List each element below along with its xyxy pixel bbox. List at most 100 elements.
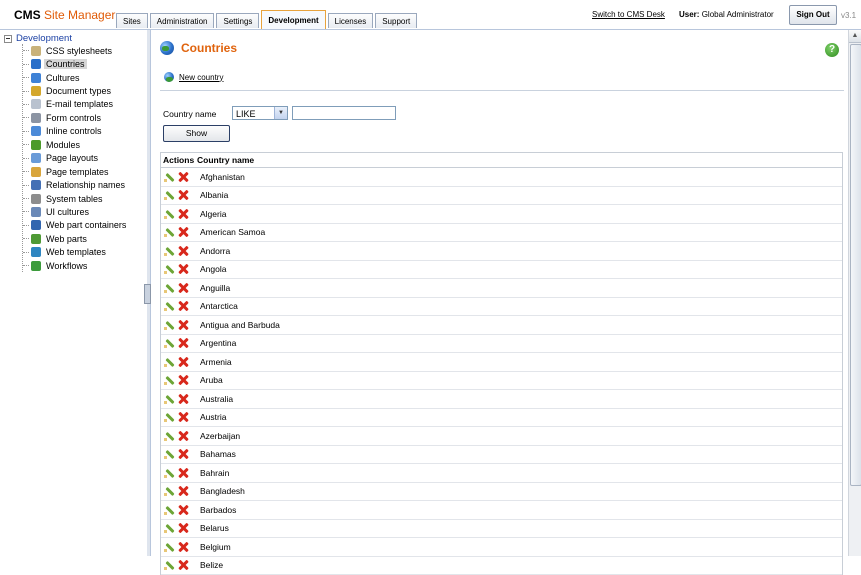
edit-pencil-icon[interactable] xyxy=(164,338,174,348)
edit-pencil-icon[interactable] xyxy=(164,301,174,311)
switch-to-cms-desk-link[interactable]: Switch to CMS Desk xyxy=(592,10,665,19)
delete-x-icon[interactable] xyxy=(178,431,188,441)
delete-x-icon[interactable] xyxy=(178,338,188,348)
delete-x-icon[interactable] xyxy=(178,468,188,478)
tab-support[interactable]: Support xyxy=(375,13,417,28)
sidebar-item-modules[interactable]: Modules xyxy=(23,138,128,151)
sidebar-item-cultures[interactable]: Cultures xyxy=(23,71,128,84)
delete-x-icon[interactable] xyxy=(178,357,188,367)
table-row: Afghanistan xyxy=(161,168,842,187)
tab-settings[interactable]: Settings xyxy=(216,13,259,28)
delete-x-icon[interactable] xyxy=(178,375,188,385)
scroll-up-icon[interactable]: ▲ xyxy=(849,30,861,43)
delete-x-icon[interactable] xyxy=(178,505,188,515)
delete-x-icon[interactable] xyxy=(178,542,188,552)
country-name-input[interactable] xyxy=(292,106,396,120)
edit-pencil-icon[interactable] xyxy=(164,431,174,441)
tree-root: Development xyxy=(4,33,72,44)
sidebar-item-inline-controls[interactable]: Inline controls xyxy=(23,125,128,138)
edit-pencil-icon[interactable] xyxy=(164,320,174,330)
new-country-label[interactable]: New country xyxy=(179,73,223,82)
chevron-down-icon[interactable]: ▼ xyxy=(274,107,287,119)
delete-x-icon[interactable] xyxy=(178,283,188,293)
delete-x-icon[interactable] xyxy=(178,523,188,533)
edit-pencil-icon[interactable] xyxy=(164,542,174,552)
sidebar-item-document-types[interactable]: Document types xyxy=(23,84,128,97)
delete-x-icon[interactable] xyxy=(178,246,188,256)
sidebar-item-system-tables[interactable]: System tables xyxy=(23,192,128,205)
edit-pencil-icon[interactable] xyxy=(164,264,174,274)
scrollbar-thumb[interactable] xyxy=(850,44,861,486)
delete-x-icon[interactable] xyxy=(178,301,188,311)
sidebar-item-label: UI cultures xyxy=(44,207,91,217)
edit-pencil-icon[interactable] xyxy=(164,523,174,533)
edit-pencil-icon[interactable] xyxy=(164,357,174,367)
sidebar-item-web-parts[interactable]: Web parts xyxy=(23,232,128,245)
splitter-collapse-handle[interactable] xyxy=(144,284,151,304)
sidebar-item-e-mail-templates[interactable]: E-mail templates xyxy=(23,98,128,111)
tab-licenses[interactable]: Licenses xyxy=(328,13,374,28)
sidebar-item-ui-cultures[interactable]: UI cultures xyxy=(23,205,128,218)
delete-x-icon[interactable] xyxy=(178,449,188,459)
country-name-cell: Barbados xyxy=(200,505,236,515)
sidebar-item-web-part-containers[interactable]: Web part containers xyxy=(23,219,128,232)
tab-development[interactable]: Development xyxy=(261,10,325,29)
filter-operator-select[interactable]: LIKE ▼ xyxy=(232,106,288,120)
country-name-cell: Belarus xyxy=(200,523,229,533)
table-row: Bangladesh xyxy=(161,483,842,502)
vertical-scrollbar[interactable]: ▲ xyxy=(848,30,861,556)
help-icon[interactable]: ? xyxy=(825,43,839,57)
edit-pencil-icon[interactable] xyxy=(164,486,174,496)
edit-pencil-icon[interactable] xyxy=(164,190,174,200)
collapse-icon[interactable] xyxy=(4,35,12,43)
edit-pencil-icon[interactable] xyxy=(164,172,174,182)
row-actions xyxy=(161,412,200,422)
delete-x-icon[interactable] xyxy=(178,320,188,330)
edit-pencil-icon[interactable] xyxy=(164,246,174,256)
country-name-cell: Australia xyxy=(200,394,233,404)
sidebar-item-css-stylesheets[interactable]: CSS stylesheets xyxy=(23,44,128,57)
delete-x-icon[interactable] xyxy=(178,209,188,219)
edit-pencil-icon[interactable] xyxy=(164,468,174,478)
sidebar-item-workflows[interactable]: Workflows xyxy=(23,259,128,272)
row-actions xyxy=(161,264,200,274)
edit-pencil-icon[interactable] xyxy=(164,560,174,570)
show-button[interactable]: Show xyxy=(163,125,230,142)
delete-x-icon[interactable] xyxy=(178,486,188,496)
edit-pencil-icon[interactable] xyxy=(164,283,174,293)
delete-x-icon[interactable] xyxy=(178,172,188,182)
delete-x-icon[interactable] xyxy=(178,227,188,237)
delete-x-icon[interactable] xyxy=(178,264,188,274)
tab-administration[interactable]: Administration xyxy=(150,13,215,28)
row-actions xyxy=(161,190,200,200)
edit-pencil-icon[interactable] xyxy=(164,449,174,459)
country-name-cell: Belize xyxy=(200,560,223,570)
tab-sites[interactable]: Sites xyxy=(116,13,148,28)
table-row: Antigua and Barbuda xyxy=(161,316,842,335)
sidebar-item-countries[interactable]: Countries xyxy=(23,57,128,70)
country-name-cell: Angola xyxy=(200,264,226,274)
version-label: v3.1 xyxy=(841,11,856,20)
edit-pencil-icon[interactable] xyxy=(164,505,174,515)
edit-pencil-icon[interactable] xyxy=(164,375,174,385)
content-pane: Countries ? New country Country name LIK… xyxy=(151,30,848,556)
sidebar-item-form-controls[interactable]: Form controls xyxy=(23,111,128,124)
country-name-cell: Bahrain xyxy=(200,468,229,478)
sign-out-button[interactable]: Sign Out xyxy=(789,5,837,25)
delete-x-icon[interactable] xyxy=(178,560,188,570)
edit-pencil-icon[interactable] xyxy=(164,227,174,237)
sidebar-item-page-layouts[interactable]: Page layouts xyxy=(23,152,128,165)
header-separator xyxy=(160,90,844,91)
delete-x-icon[interactable] xyxy=(178,412,188,422)
new-country-link[interactable]: New country xyxy=(164,72,223,82)
edit-pencil-icon[interactable] xyxy=(164,412,174,422)
delete-x-icon[interactable] xyxy=(178,190,188,200)
delete-x-icon[interactable] xyxy=(178,394,188,404)
sidebar-item-web-templates[interactable]: Web templates xyxy=(23,246,128,259)
sidebar-item-page-templates[interactable]: Page templates xyxy=(23,165,128,178)
user-info: User: Global Administrator xyxy=(679,10,774,19)
edit-pencil-icon[interactable] xyxy=(164,394,174,404)
sidebar-item-relationship-names[interactable]: Relationship names xyxy=(23,178,128,191)
edit-pencil-icon[interactable] xyxy=(164,209,174,219)
tree-root-label[interactable]: Development xyxy=(16,33,72,44)
